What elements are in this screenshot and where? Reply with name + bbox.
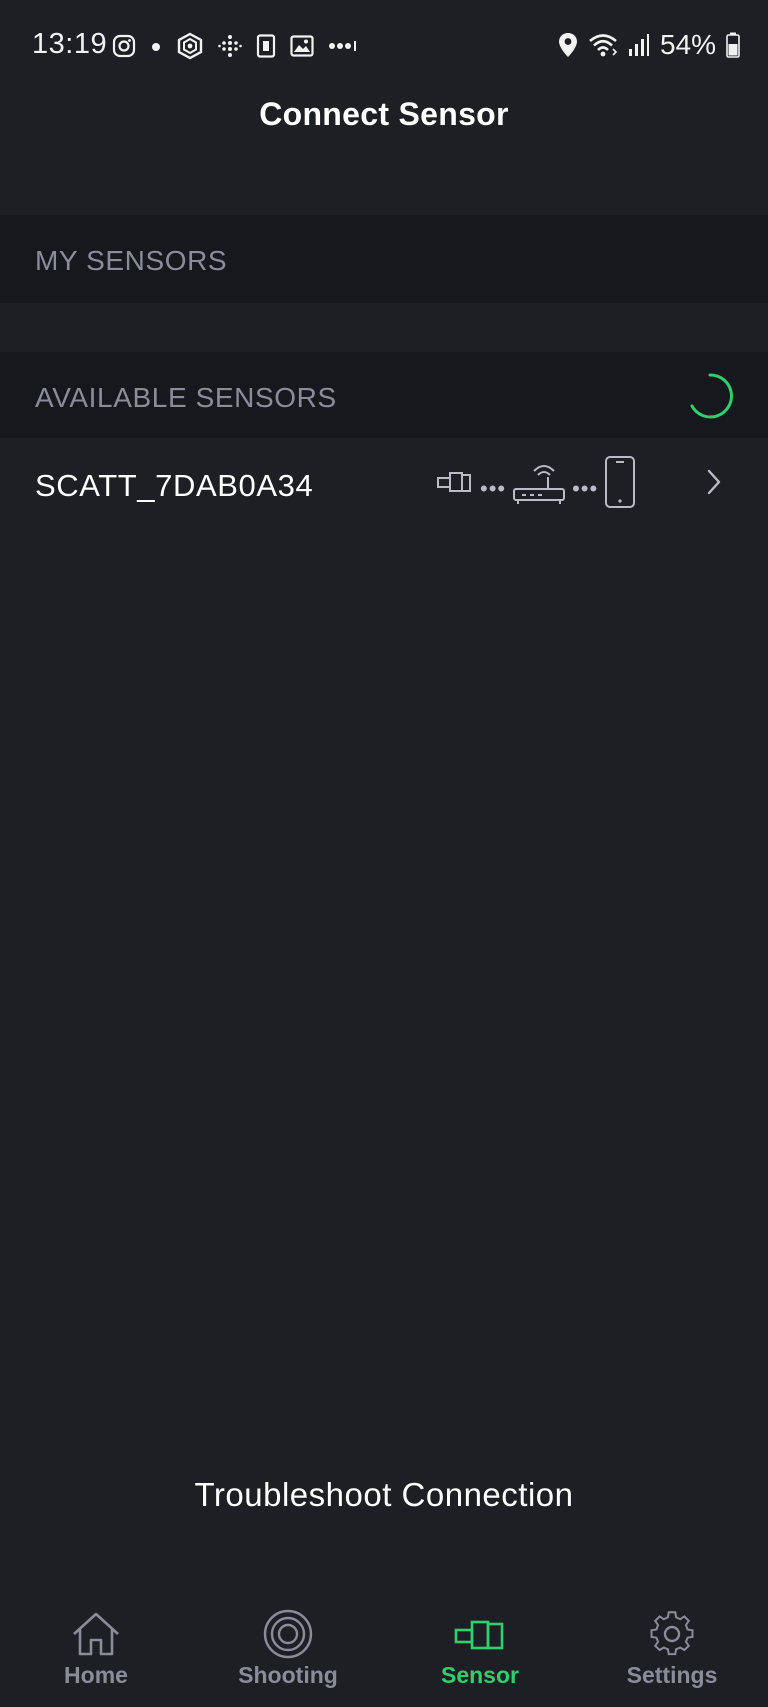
wifi-icon (589, 34, 618, 57)
more-dots-icon (329, 41, 356, 51)
location-icon (558, 33, 577, 57)
sim-icon (256, 34, 276, 58)
nav-settings[interactable]: Settings (576, 1596, 768, 1707)
nav-sensor[interactable]: Sensor (384, 1596, 576, 1707)
nav-shooting[interactable]: Shooting (192, 1596, 384, 1707)
sensor-icon (454, 1620, 504, 1650)
sensor-connection-path: ••• ••• (436, 452, 636, 512)
instagram-icon (112, 34, 136, 58)
connect-sensor-screen: 13:19 54% Connect Sensor MY SENSORS AVAI… (0, 0, 768, 1707)
my-sensors-section-header: MY SENSORS (0, 215, 768, 303)
hex-app-icon (177, 32, 203, 60)
sensor-list-item[interactable]: SCATT_7DAB0A34 ••• ••• (0, 438, 768, 538)
status-time: 13:19 (32, 28, 108, 60)
bottom-navigation: Home Shooting Sensor Settings (0, 1596, 768, 1707)
signal-icon (628, 34, 649, 56)
router-icon (513, 465, 566, 504)
home-icon (73, 1612, 119, 1656)
status-bar: 13:19 54% (0, 0, 768, 92)
sensor-icon (437, 472, 471, 492)
gear-icon (650, 1611, 694, 1656)
grid-dots-icon (218, 35, 242, 57)
my-sensors-label: MY SENSORS (35, 245, 228, 276)
nav-label-settings: Settings (626, 1662, 718, 1688)
nav-label-sensor: Sensor (441, 1662, 519, 1688)
phone-icon (605, 456, 636, 508)
loading-spinner-icon (690, 373, 733, 419)
troubleshoot-connection-button[interactable]: Troubleshoot Connection (0, 1476, 768, 1514)
nav-label-home: Home (64, 1662, 128, 1688)
target-icon (263, 1609, 313, 1659)
connection-dots: ••• (572, 476, 599, 501)
page-title: Connect Sensor (259, 96, 509, 132)
battery-percentage: 54% (659, 29, 716, 60)
nav-label-shooting: Shooting (238, 1662, 338, 1688)
dot-icon (152, 43, 160, 51)
status-system-icons: 54% (558, 28, 740, 62)
battery-icon (726, 32, 740, 58)
image-icon (290, 35, 314, 57)
nav-home[interactable]: Home (0, 1596, 192, 1707)
connection-dots: ••• (480, 476, 507, 501)
available-sensors-label: AVAILABLE SENSORS (35, 382, 337, 413)
chevron-right-icon (707, 469, 721, 495)
sensor-name: SCATT_7DAB0A34 (35, 468, 314, 503)
available-sensors-section-header: AVAILABLE SENSORS (0, 352, 768, 440)
status-notification-icons (112, 30, 358, 62)
